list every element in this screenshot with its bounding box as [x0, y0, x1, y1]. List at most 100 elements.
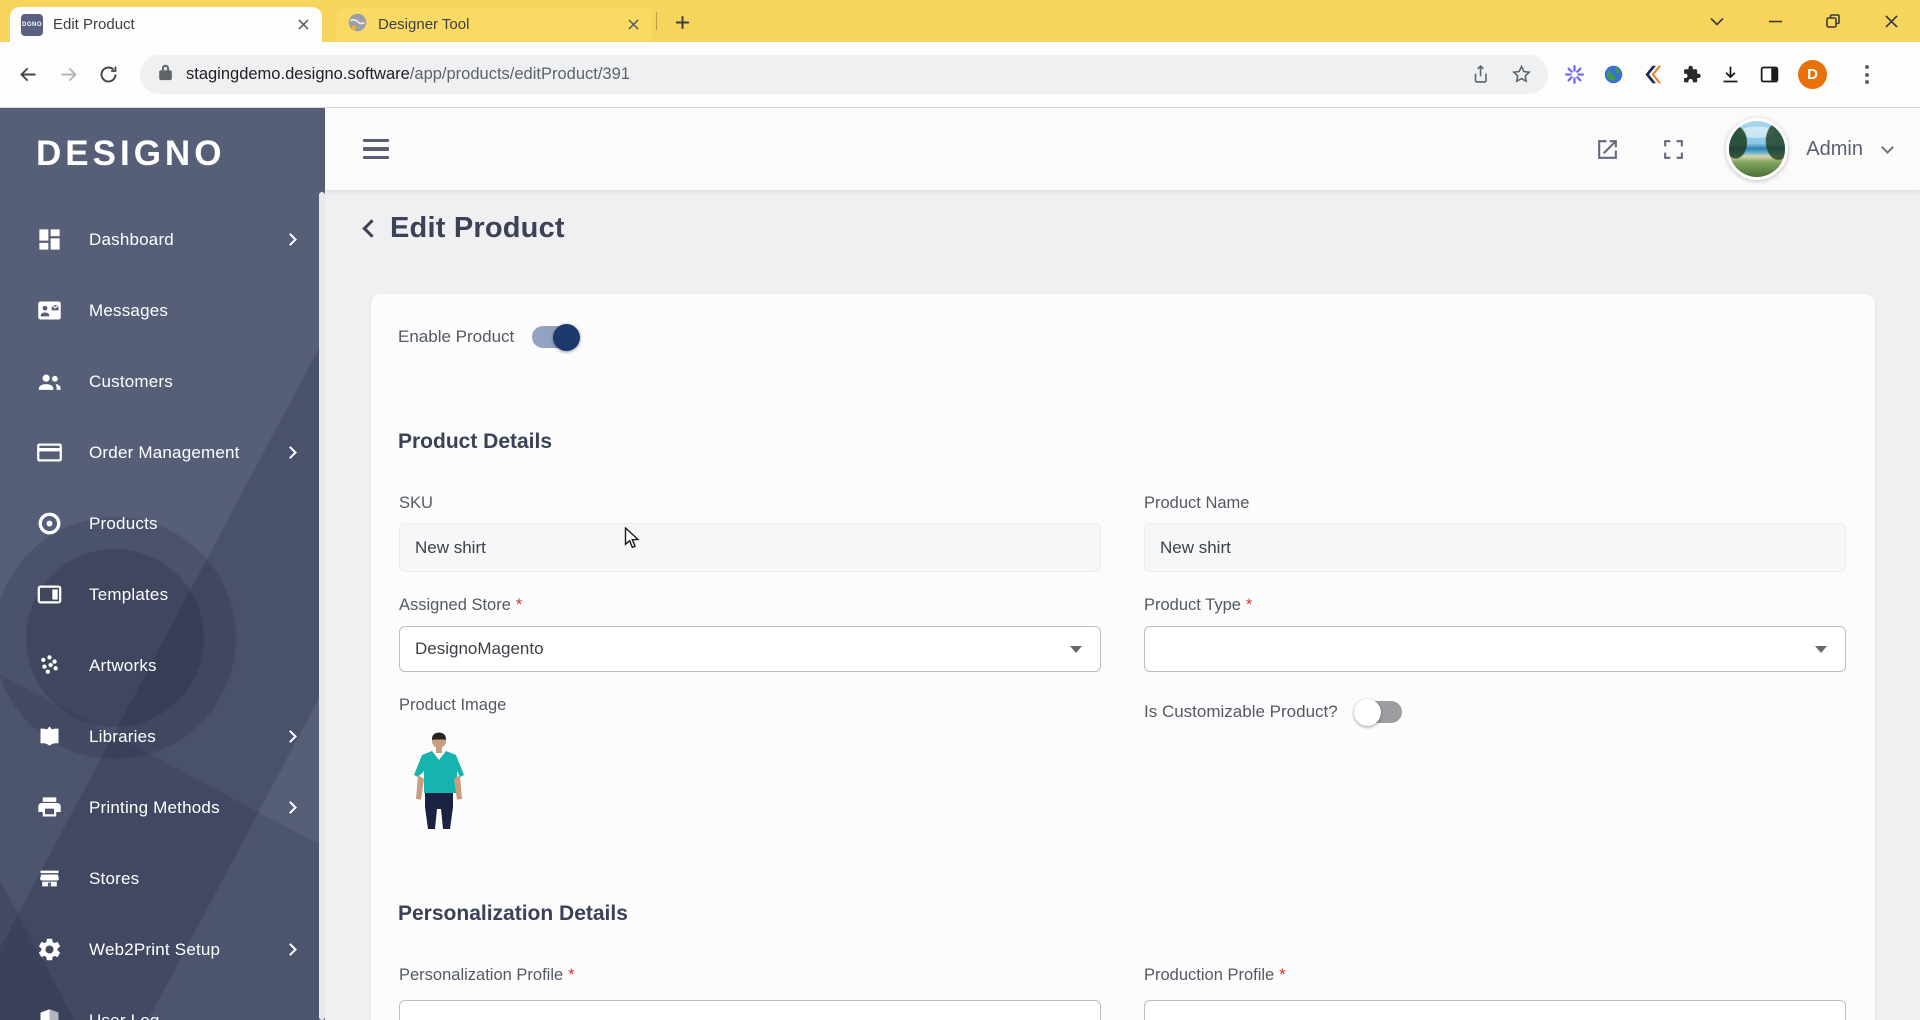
is-customizable-label: Is Customizable Product?: [1144, 702, 1338, 721]
page-title: Edit Product: [390, 212, 565, 244]
sku-input[interactable]: New shirt: [399, 523, 1101, 572]
app-topbar: Admin: [325, 108, 1920, 190]
browser-tabstrip: DGNO Edit Product Designer Tool: [0, 0, 1920, 42]
dots-icon: [36, 652, 63, 679]
sidebar-item-web2print-setup[interactable]: Web2Print Setup: [0, 914, 325, 985]
sidebar-item-templates[interactable]: Templates: [0, 559, 325, 630]
product-name-input[interactable]: New shirt: [1144, 523, 1846, 572]
back-button[interactable]: [8, 55, 48, 95]
main-area: Admin Edit Product Enable Product Produc…: [325, 108, 1920, 1020]
chevron-right-icon: [284, 801, 297, 814]
personalization-profile-label: Personalization Profile *: [399, 966, 575, 984]
browser-profile-avatar[interactable]: D: [1798, 60, 1827, 89]
tab-designer-tool[interactable]: Designer Tool: [336, 7, 652, 42]
book-icon: [36, 723, 63, 750]
extension-earth-icon[interactable]: [1603, 64, 1624, 85]
sidebar: DESIGNO Dashboard Messages Customers Ord…: [0, 108, 325, 1020]
window-restore-button[interactable]: [1804, 0, 1862, 42]
globe-favicon-icon: [347, 12, 368, 38]
disc-icon: [36, 510, 63, 537]
tab-divider: [656, 12, 657, 30]
window-close-button[interactable]: [1862, 0, 1920, 42]
share-icon[interactable]: [1472, 64, 1493, 85]
avatar-beach-photo: [1729, 121, 1786, 177]
sidebar-item-artworks[interactable]: Artworks: [0, 630, 325, 701]
sku-label: SKU: [399, 494, 433, 512]
browser-menu-kebab-icon[interactable]: [1861, 61, 1873, 87]
sidebar-item-messages[interactable]: Messages: [0, 275, 325, 346]
bookmark-star-icon[interactable]: [1511, 64, 1532, 85]
tab-close-icon[interactable]: [624, 16, 642, 34]
chevron-right-icon: [284, 943, 297, 956]
tab-edit-product[interactable]: DGNO Edit Product: [10, 7, 322, 42]
product-name-label: Product Name: [1144, 494, 1250, 512]
enable-product-label: Enable Product: [398, 327, 515, 346]
lock-icon: [158, 63, 173, 86]
required-asterisk: *: [1245, 596, 1253, 614]
open-in-new-icon[interactable]: [1592, 134, 1622, 164]
forward-button[interactable]: [48, 55, 88, 95]
product-image-tshirt-model[interactable]: [412, 731, 466, 829]
sidebar-item-printing-methods[interactable]: Printing Methods: [0, 772, 325, 843]
required-asterisk: *: [568, 966, 575, 984]
personalization-details-heading: Personalization Details: [398, 902, 628, 925]
menu-hamburger-icon[interactable]: [357, 133, 395, 165]
downloads-icon[interactable]: [1720, 64, 1741, 85]
production-profile-select[interactable]: [1144, 1000, 1846, 1020]
chevron-right-icon: [284, 446, 297, 459]
sidebar-item-user-log[interactable]: User Log: [0, 985, 325, 1020]
product-type-label: Product Type *: [1144, 596, 1253, 614]
user-menu-caret-icon[interactable]: [1881, 140, 1894, 154]
fullscreen-icon[interactable]: [1658, 134, 1688, 164]
tab-title: Designer Tool: [378, 16, 470, 33]
user-avatar[interactable]: [1726, 118, 1789, 180]
product-details-heading: Product Details: [398, 430, 553, 453]
people-icon: [36, 368, 63, 395]
sidebar-item-order-management[interactable]: Order Management: [0, 417, 325, 488]
edit-product-card: Enable Product Product Details SKU New s…: [371, 294, 1875, 1020]
chevron-right-icon: [284, 233, 297, 246]
sidebar-item-stores[interactable]: Stores: [0, 843, 325, 914]
product-type-select[interactable]: [1144, 626, 1846, 672]
enable-product-toggle[interactable]: [532, 323, 581, 351]
extension-chevrons-icon[interactable]: [1642, 64, 1663, 85]
browser-toolbar: stagingdemo.designo.software/app/product…: [0, 42, 1920, 108]
extension-starburst-icon[interactable]: [1564, 64, 1585, 85]
assigned-store-label: Assigned Store *: [399, 596, 523, 614]
credit-card-icon: [36, 439, 63, 466]
url-text: stagingdemo.designo.software/app/product…: [186, 65, 630, 83]
new-tab-button[interactable]: [668, 8, 696, 36]
sidebar-item-dashboard[interactable]: Dashboard: [0, 204, 325, 275]
personalization-profile-select[interactable]: [399, 1000, 1101, 1020]
required-asterisk: *: [1279, 966, 1286, 984]
required-asterisk: *: [515, 596, 523, 614]
tab-title: Edit Product: [53, 16, 135, 33]
dgno-favicon-icon: DGNO: [21, 13, 43, 36]
dashboard-grid-icon: [36, 226, 63, 253]
chevron-right-icon: [284, 730, 297, 743]
printer-icon: [36, 794, 63, 821]
template-icon: [36, 581, 63, 608]
gear-icon: [36, 936, 63, 963]
side-panel-icon[interactable]: [1759, 64, 1780, 85]
reload-button[interactable]: [88, 55, 128, 95]
back-chevron-icon[interactable]: [362, 219, 381, 238]
tab-search-chevron-icon[interactable]: [1688, 0, 1746, 42]
product-image-label: Product Image: [399, 696, 507, 714]
sidebar-item-customers[interactable]: Customers: [0, 346, 325, 417]
select-caret-icon: [1815, 645, 1827, 653]
extensions-puzzle-icon[interactable]: [1681, 64, 1702, 85]
address-bar[interactable]: stagingdemo.designo.software/app/product…: [140, 55, 1548, 94]
sidebar-item-products[interactable]: Products: [0, 488, 325, 559]
designo-logo: DESIGNO: [36, 134, 226, 173]
production-profile-label: Production Profile *: [1144, 966, 1286, 984]
assigned-store-select[interactable]: DesignoMagento: [399, 626, 1101, 672]
select-caret-icon: [1070, 645, 1082, 653]
user-name-label: Admin: [1806, 137, 1863, 160]
sidebar-item-libraries[interactable]: Libraries: [0, 701, 325, 772]
sidebar-nav: Dashboard Messages Customers Order Manag…: [0, 204, 325, 1020]
shield-icon: [36, 1007, 63, 1020]
is-customizable-toggle[interactable]: [1353, 698, 1402, 726]
window-minimize-button[interactable]: [1746, 0, 1804, 42]
tab-close-icon[interactable]: [294, 16, 312, 34]
